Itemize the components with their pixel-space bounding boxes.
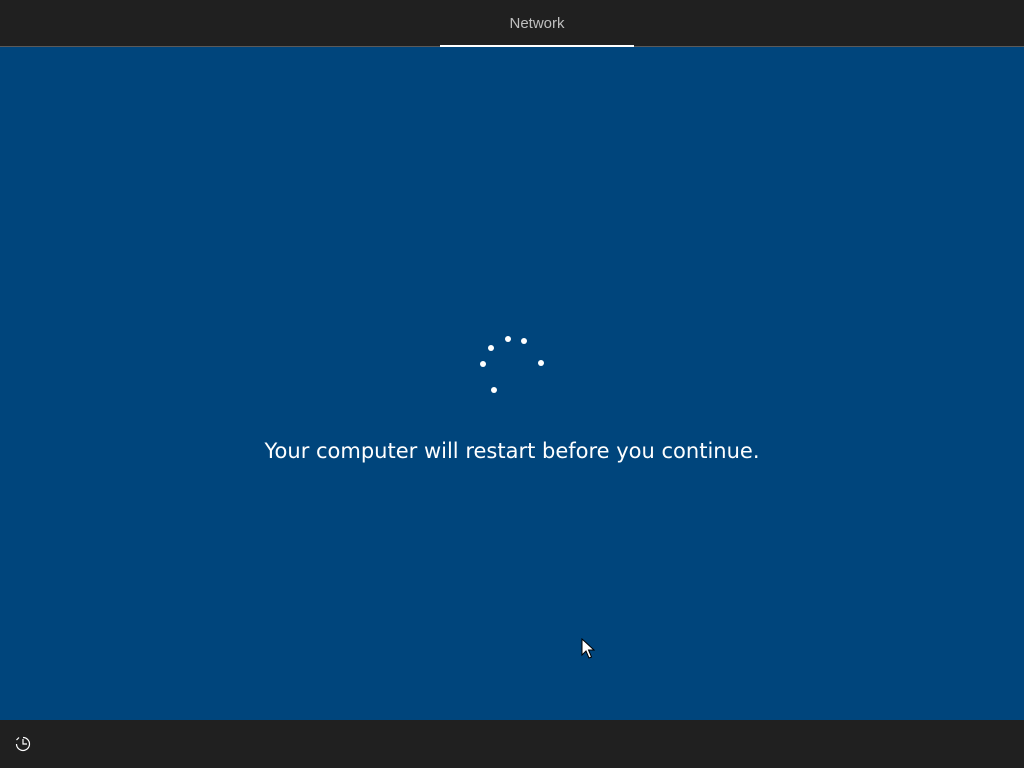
- accessibility-icon: [15, 736, 31, 752]
- tab-network: Network: [440, 0, 634, 47]
- loading-spinner-icon: [480, 336, 544, 393]
- ease-of-access-button[interactable]: [10, 731, 36, 757]
- tab-network-label: Network: [509, 14, 565, 32]
- restart-status-message: Your computer will restart before you co…: [264, 439, 760, 463]
- bottom-bar: [0, 720, 1024, 768]
- top-navigation-bar: Network: [0, 0, 1024, 47]
- main-content: Your computer will restart before you co…: [0, 47, 1024, 720]
